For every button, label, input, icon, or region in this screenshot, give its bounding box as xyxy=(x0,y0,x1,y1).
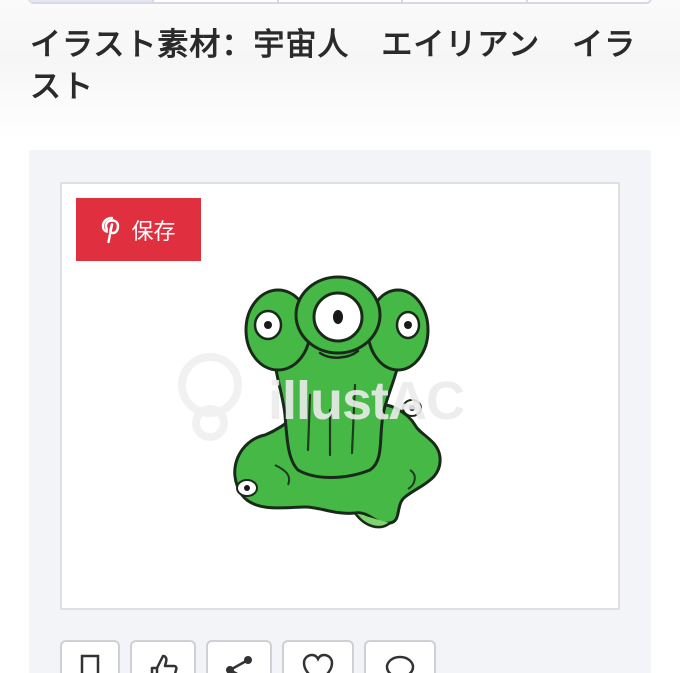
alien-center-eye xyxy=(312,291,364,343)
top-tab-4[interactable] xyxy=(403,0,528,2)
top-tab-3[interactable] xyxy=(279,0,404,2)
alien-illustration[interactable] xyxy=(170,275,510,545)
comment-icon xyxy=(385,655,415,673)
alien-left-eye xyxy=(253,309,283,341)
heart-icon xyxy=(302,653,334,673)
alien-right-eye xyxy=(395,310,421,340)
pinterest-save-label: 保存 xyxy=(131,219,176,245)
share-icon xyxy=(226,656,252,673)
pinterest-save-button[interactable]: 保存 xyxy=(76,198,201,261)
thumbs-up-icon xyxy=(150,654,178,673)
bookmark-icon xyxy=(80,654,100,673)
like-button[interactable] xyxy=(130,640,196,673)
top-tab-1[interactable] xyxy=(30,0,155,2)
top-tab-5[interactable] xyxy=(528,0,650,2)
action-bar xyxy=(60,640,436,673)
comment-button[interactable] xyxy=(364,640,436,673)
alien-body-eye-right xyxy=(402,399,422,417)
bookmark-button[interactable] xyxy=(60,640,120,673)
page-title: イラスト素材：宇宙人 エイリアン イラスト xyxy=(30,27,637,105)
page: イラスト素材：宇宙人 エイリアン イラスト 保存 illustAC xyxy=(0,0,680,673)
top-tab-bar xyxy=(28,0,652,4)
alien-body-eye-left xyxy=(236,479,258,497)
pinterest-icon xyxy=(102,216,120,243)
top-tab-2[interactable] xyxy=(154,0,279,2)
share-button[interactable] xyxy=(206,640,272,673)
favorite-button[interactable] xyxy=(282,640,354,673)
watermark-logo-icon xyxy=(178,353,242,441)
